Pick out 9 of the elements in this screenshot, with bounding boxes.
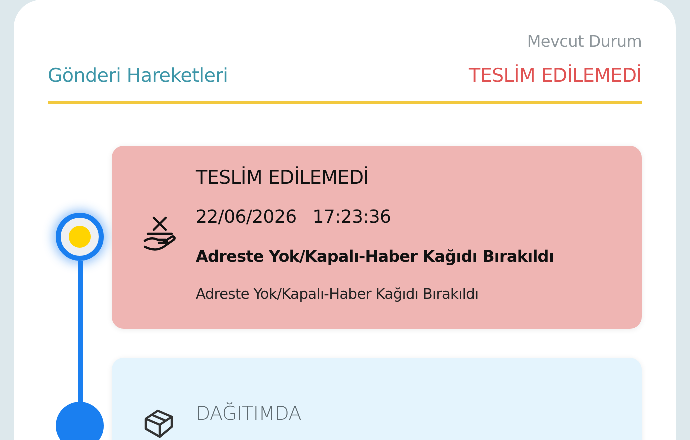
- event-date: 22/06/2026: [196, 206, 297, 230]
- status-value: TESLİM EDİLEMEDİ: [469, 64, 642, 89]
- event-time: 17:23:36: [312, 206, 392, 230]
- status-label: Mevcut Durum: [526, 31, 642, 53]
- event-reason: Adreste Yok/Kapalı-Haber Kağıdı Bırakıldı: [196, 246, 555, 268]
- event-title: TESLİM EDİLEMEDİ: [196, 166, 370, 190]
- section-title: Gönderi Hareketleri: [48, 64, 228, 89]
- event-title: DAĞITIMDA: [196, 401, 302, 427]
- event-detail: Adreste Yok/Kapalı-Haber Kağıdı Bırakıldı: [196, 286, 480, 305]
